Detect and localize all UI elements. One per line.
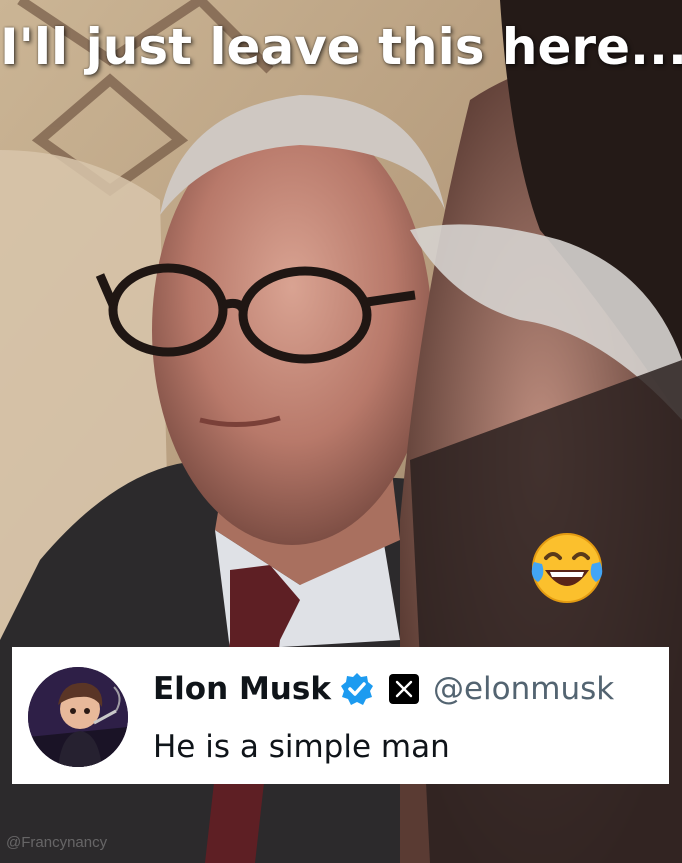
- verified-badge-icon: [339, 671, 375, 707]
- face-with-tears-of-joy-emoji: [528, 530, 606, 606]
- tweet-header: Elon Musk @elonmusk: [153, 669, 614, 709]
- display-name[interactable]: Elon Musk: [153, 671, 331, 707]
- watermark: @Francynancy: [6, 834, 108, 851]
- x-logo-icon: [388, 674, 419, 704]
- tweet-text: He is a simple man: [153, 729, 450, 765]
- meme-caption: I'll just leave this here...: [0, 18, 682, 76]
- avatar[interactable]: [28, 667, 128, 767]
- tweet-card: Elon Musk @elonmusk He is a simple man: [12, 647, 669, 784]
- user-handle[interactable]: @elonmusk: [433, 671, 614, 707]
